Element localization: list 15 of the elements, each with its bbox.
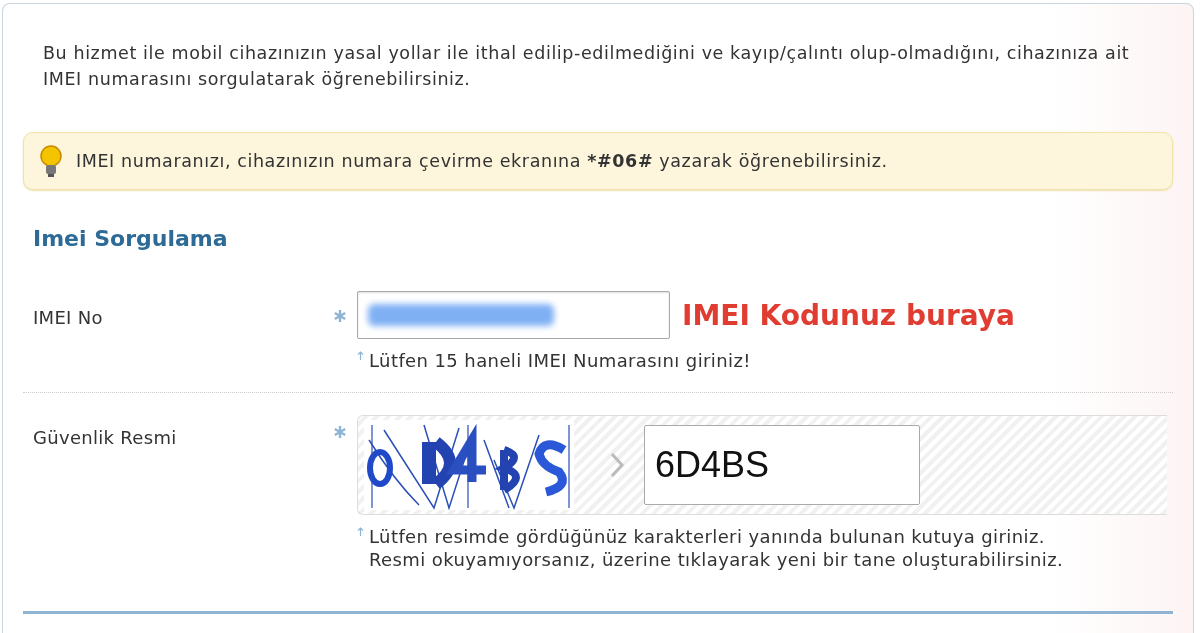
hint-arrow-icon [357,351,364,360]
annotation-text: IMEI Kodunuz buraya [682,298,1015,332]
captcha-input-field[interactable]: 6D4BS [644,425,920,505]
hint-text: Lütfen resimde gördüğünüz karakterleri yanında bulunan kutuya giriniz. [369,525,1046,548]
hint-text: Lütfen 15 haneli IMEI Numarasını giriniz! [369,349,751,372]
field-label: IMEI No [33,306,104,328]
chevron-right-icon [610,452,624,478]
intro-text: Bu hizmet ile mobil cihazınızın yasal yollar ile ithal edilip-edilmediğini ve kayıp/çalıntı olup-olmadığını, cihazınıza ait IMEI numarasını sorgulatarak öğrenebilirsiniz. [43,42,1131,91]
tip-text: IMEI numaranızı, cihazınızın numara çevirme ekranına *#06# yazarak öğrenebilirsiniz. [76,151,888,171]
field-label: Güvenlik Resmi [33,426,178,448]
hint-text: Resmi okuyamıyorsanız, üzerine tıklayarak yeni bir tane oluşturabilirsiniz. [369,548,1064,571]
lightbulb-icon [38,144,64,178]
hint-arrow-icon [357,527,364,536]
imei-input-field[interactable] [357,291,670,339]
section-heading: Imei Sorgulama [33,226,229,251]
